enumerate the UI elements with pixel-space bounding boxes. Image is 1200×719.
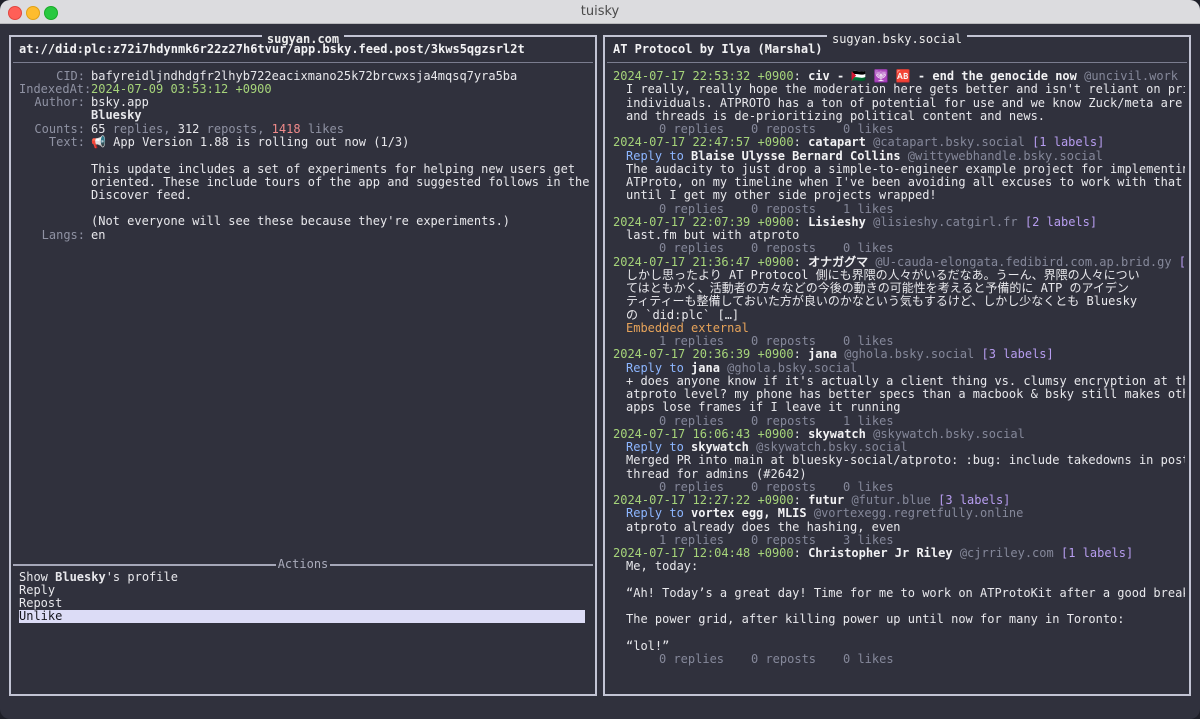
replies-count: 65 [91,122,106,136]
reply-to-word: Reply to [626,148,684,163]
reply-to-word: Reply to [626,506,684,521]
post-detail-pane: sugyan.com at://did:plc:z72i7hdynmk6r22z… [9,32,597,696]
terminal-window: tuisky sugyan.com at://did:plc:z72i7hdyn… [0,0,1200,719]
action-show-profile-name: Bluesky [55,570,106,584]
post-text-line: (Not everyone will see these because the… [91,214,511,228]
post-labels: [1 labels] [1032,135,1105,150]
action-show-profile-suffix: 's profile [105,570,178,584]
post-author-name: catapart [808,135,866,150]
reply-to-handle: @wittywebhandle.bsky.social [907,148,1103,163]
reply-to-line: Reply to Blaise Ulysse Bernard Collins @… [626,148,1103,163]
post-likes: 0 likes [843,652,894,666]
post-author-handle: @lisieshy.catgirl.fr [873,214,1018,229]
post-timestamp: 2024-07-17 22:07:39 +0900 [613,214,794,229]
post-timestamp: 2024-07-17 22:47:57 +0900 [613,135,794,150]
reply-to-line: Reply to vortex egg, MLIS @vortexegg.reg… [626,507,1023,520]
post-text-line: I really, really hope the moderation her… [626,82,1185,97]
post-author-name: skywatch [808,426,866,441]
title-bar: tuisky [0,0,1200,24]
reply-to-handle: @skywatch.bsky.social [756,440,908,454]
reply-to-name: vortex egg, MLIS [691,506,807,521]
likes-count: 1418 [271,122,301,136]
post-labels: [2 labels] [1024,214,1098,229]
text-label: Text: [48,135,85,149]
action-show-profile-prefix: Show [19,570,56,584]
post-uri: at://did:plc:z72i7hdynmk6r22z27h6tvur/ap… [19,42,525,56]
reply-to-handle: @vortexegg.regretfully.online [813,506,1024,521]
post-reposts: 0 reposts [751,652,817,666]
post-text-line: Merged PR into main at bluesky-social/at… [626,453,1185,468]
post-text-line: The power grid, after killing power up u… [626,612,1125,627]
post-labels: [1 labels] [1060,546,1134,560]
feed-item-header: 2024-07-17 21:36:47 +0900: オナガグマ @U-caud… [613,254,1185,269]
author-label: Author: [34,95,85,109]
reply-to-word: Reply to [626,440,684,454]
langs-label: Langs: [41,228,85,242]
post-text-line: Discover feed. [91,188,193,202]
post-timestamp: 2024-07-17 21:36:47 +0900 [613,254,794,269]
author-name: Bluesky [91,108,142,122]
post-author-handle: @catapart.bsky.social [873,135,1025,150]
post-author-handle: @skywatch.bsky.social [873,426,1025,441]
post-timestamp: 2024-07-17 12:04:48 +0900 [613,546,794,560]
post-timestamp: 2024-07-17 20:36:39 +0900 [613,347,794,362]
reply-to-handle: @ghola.bsky.social [727,360,858,375]
post-timestamp: 2024-07-17 16:06:43 +0900 [613,426,794,441]
reply-to-name: skywatch [691,440,749,454]
reposts-word: reposts, [206,122,265,136]
post-text-line: until I get my other side projects wrapp… [626,188,937,203]
post-labels: [3 labels] [981,347,1054,362]
replies-word: replies, [112,122,171,136]
post-author-name: futur [808,493,845,507]
post-text-line: thread for admins (#2642) [626,466,807,481]
post-author-name: jana [808,347,837,362]
window-title: tuisky [580,4,620,19]
post-author-handle: @U-cauda-elongata.fedibird.com.ap.brid.g… [875,254,1172,269]
post-timestamp: 2024-07-17 22:53:32 +0900 [613,69,794,83]
action-unlike[interactable]: Unlike [19,609,585,623]
post-labels: [2 lab [1179,255,1185,269]
reply-to-name: Blaise Ulysse Bernard Collins [691,148,901,163]
post-text-line: ティティーも整備しておいた方が良いのかなという気もするけど、しかし少なくとも B… [626,294,1138,309]
reply-to-word: Reply to [626,360,684,375]
post-author-name: Christopher Jr Riley [808,546,953,560]
post-author-handle: @cjrriley.com [959,546,1054,560]
post-author-handle: @uncivil.work [1084,69,1179,83]
reposts-count: 312 [177,122,200,136]
post-timestamp: 2024-07-17 12:27:22 +0900 [613,493,794,507]
post-text-line: Me, today: [626,559,699,574]
feed-list[interactable]: 2024-07-17 22:53:32 +0900: civ - 🇵🇸 🕎 🆎 … [605,37,1185,690]
header-divider [13,62,593,63]
post-author-name: civ - 🇵🇸 🕎 🆎 - end the genocide now [808,69,1077,83]
post-text-line: “Ah! Today’s a great day! Time for me to… [626,585,1185,600]
post-text-line: の `did:plc` […] [626,307,740,322]
reply-to-name: jana [691,360,720,375]
post-text-line: apps lose frames if I leave it running [626,400,901,415]
post-author-handle: @futur.blue [851,493,931,507]
reply-to-line: Reply to jana @ghola.bsky.social [626,360,858,375]
post-author-name: Lisieshy [808,214,866,229]
post-text-line: individuals. ATPROTO has a ton of potent… [626,95,1185,110]
post-text-line: 📢 App Version 1.88 is rolling out now (1… [91,135,410,149]
post-text-line: atproto already does the hashing, even [626,519,901,534]
post-replies: 0 replies [659,652,725,666]
actions-label: Actions [275,557,331,571]
post-author-handle: @ghola.bsky.social [844,347,975,362]
action-unlike-label: Unlike [19,609,63,623]
likes-word: likes [307,122,344,136]
post-author-name: オナガグマ [808,254,869,269]
feed-pane: sugyan.bsky.social AT Protocol by Ilya (… [603,32,1191,696]
post-labels: [3 labels] [938,493,1011,507]
langs-value: en [91,228,106,242]
